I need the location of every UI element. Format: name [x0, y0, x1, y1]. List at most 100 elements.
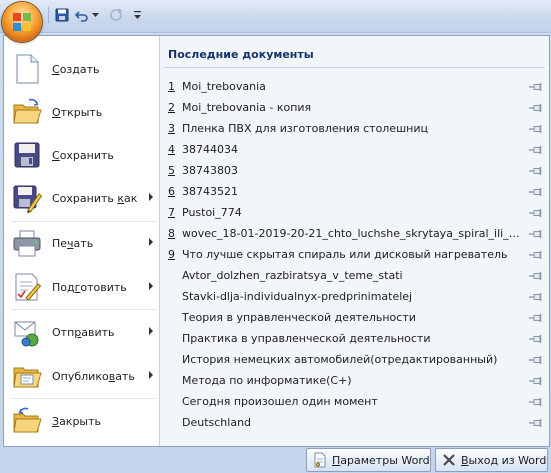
submenu-arrow-icon: [149, 371, 153, 379]
recent-documents-title: Последние документы: [168, 48, 314, 61]
redo-icon[interactable]: [106, 5, 126, 25]
menu-item-publish[interactable]: Опубликовать: [4, 355, 159, 397]
recent-document-item[interactable]: Метода по информатике(С+): [168, 370, 544, 391]
send-envelope-icon: [14, 321, 39, 347]
recent-document-item[interactable]: 9 Что лучше скрытая спираль или дисковый …: [168, 244, 544, 265]
menu-item-label: Опубликовать: [52, 369, 135, 383]
pin-icon[interactable]: [528, 186, 544, 198]
menu-item-send[interactable]: Отправить: [4, 311, 159, 353]
pin-icon[interactable]: [528, 249, 544, 261]
pin-icon[interactable]: [528, 81, 544, 93]
word-options-button[interactable]: Параметры Word: [306, 448, 431, 472]
submenu-arrow-icon: [149, 327, 153, 335]
recent-document-number: 1: [168, 80, 175, 93]
recent-document-name: 38744034: [182, 143, 238, 156]
recent-document-number: 3: [168, 122, 175, 135]
pin-icon[interactable]: [528, 123, 544, 135]
office-button[interactable]: [2, 2, 42, 42]
save-as-icon: [13, 185, 42, 213]
recent-document-item[interactable]: 4 38744034: [168, 139, 544, 160]
recent-document-name: История немецких автомобилей(отредактиро…: [182, 353, 498, 366]
menu-item-open[interactable]: Открыть: [4, 91, 159, 133]
exit-word-button[interactable]: Выход из Word: [435, 448, 548, 472]
recent-document-name: Практика в управленческой деятельности: [182, 332, 431, 345]
pin-icon[interactable]: [528, 354, 544, 366]
close-x-icon: [443, 454, 455, 466]
submenu-arrow-icon: [149, 238, 153, 246]
recent-document-item[interactable]: 6 38743521: [168, 181, 544, 202]
recent-document-item[interactable]: 7 Pustoi_774: [168, 202, 544, 223]
recent-documents-divider: [164, 67, 545, 68]
pin-icon[interactable]: [528, 333, 544, 345]
recent-document-name: Moi_trebovania - копия: [182, 101, 312, 114]
pin-icon[interactable]: [528, 375, 544, 387]
recent-document-item[interactable]: 8 wovec_18-01-2019-20-21_chto_luchshe_skr…: [168, 223, 544, 244]
pin-icon[interactable]: [528, 417, 544, 429]
new-document-icon: [16, 54, 39, 84]
pin-icon[interactable]: [528, 291, 544, 303]
recent-document-name: Moi_trebovania: [182, 80, 266, 93]
menu-item-label: Открыть: [52, 105, 103, 119]
recent-document-item[interactable]: Теория в управленческой деятельности: [168, 307, 544, 328]
menu-item-prepare[interactable]: Подготовить: [4, 266, 159, 308]
recent-document-item[interactable]: Deutschland: [168, 412, 544, 433]
recent-documents-pane: Последние документы 1 Moi_trebovania 2 Moi_…: [160, 36, 549, 446]
customize-toolbar-icon[interactable]: [130, 5, 144, 25]
recent-document-item[interactable]: Avtor_dolzhen_razbiratsya_v_teme_stati: [168, 265, 544, 286]
pin-icon[interactable]: [528, 102, 544, 114]
menu-item-label: Сохранить: [52, 148, 114, 162]
undo-icon[interactable]: [72, 5, 92, 25]
office-menu: Создать Открыть Сохранить Сохранить как …: [3, 35, 550, 447]
menu-item-label: Отправить: [52, 325, 115, 339]
recent-document-item[interactable]: 2 Moi_trebovania - копия: [168, 97, 544, 118]
open-folder-icon: [13, 98, 42, 124]
recent-document-name: Теория в управленческой деятельности: [182, 311, 416, 324]
options-page-icon: [314, 452, 326, 468]
publish-folder-icon: [13, 367, 42, 388]
recent-document-name: Pustoi_774: [182, 206, 242, 219]
undo-dropdown-icon[interactable]: [90, 5, 100, 25]
quick-access-toolbar: [0, 0, 551, 33]
recent-document-item[interactable]: История немецких автомобилей(отредактиро…: [168, 349, 544, 370]
recent-document-item[interactable]: 1 Moi_trebovania: [168, 76, 544, 97]
word-options-label: Параметры Word: [332, 453, 430, 467]
menu-divider: [12, 398, 157, 399]
menu-item-save-as[interactable]: Сохранить как: [4, 177, 159, 219]
recent-document-item[interactable]: Практика в управленческой деятельности: [168, 328, 544, 349]
menu-item-save[interactable]: Сохранить: [4, 134, 159, 176]
menu-item-label: Создать: [52, 62, 100, 76]
menu-item-label: Закрыть: [52, 414, 102, 428]
recent-document-name: Что лучше скрытая спираль или дисковый н…: [182, 248, 508, 261]
prepare-document-icon: [15, 273, 42, 301]
pin-icon[interactable]: [528, 165, 544, 177]
recent-document-name: Сегодня произошел один момент: [182, 395, 378, 408]
pin-icon[interactable]: [528, 144, 544, 156]
menu-item-print[interactable]: Печать: [4, 222, 159, 264]
pin-icon[interactable]: [528, 270, 544, 282]
printer-icon: [13, 230, 41, 257]
recent-document-number: 4: [168, 143, 175, 156]
recent-document-item[interactable]: Сегодня произошел один момент: [168, 391, 544, 412]
pin-icon[interactable]: [528, 228, 544, 240]
pin-icon[interactable]: [528, 396, 544, 408]
recent-document-name: Метода по информатике(С+): [182, 374, 352, 387]
menu-item-close[interactable]: Закрыть: [4, 400, 159, 442]
recent-document-item[interactable]: 3 Пленка ПВХ для изготовления столешниц: [168, 118, 544, 139]
pin-icon[interactable]: [528, 207, 544, 219]
recent-document-name: Avtor_dolzhen_razbiratsya_v_teme_stati: [182, 269, 403, 282]
menu-item-label: Печать: [52, 236, 94, 250]
recent-document-number: 6: [168, 185, 175, 198]
office-logo-icon: [13, 13, 31, 31]
recent-document-name: Stavki-dlja-individualnyx-predprinimatel…: [182, 290, 413, 303]
recent-document-item[interactable]: 5 38743803: [168, 160, 544, 181]
recent-document-number: 8: [168, 227, 175, 240]
save-icon[interactable]: [52, 5, 72, 25]
menu-item-label: Сохранить как: [52, 191, 138, 205]
recent-document-item[interactable]: Stavki-dlja-individualnyx-predprinimatel…: [168, 286, 544, 307]
recent-document-name: Deutschland: [182, 416, 252, 429]
pin-icon[interactable]: [528, 312, 544, 324]
menu-item-label: Подготовить: [52, 280, 127, 294]
close-folder-icon: [13, 407, 42, 433]
toolbar-separator: [48, 7, 49, 23]
menu-item-create[interactable]: Создать: [4, 48, 159, 90]
